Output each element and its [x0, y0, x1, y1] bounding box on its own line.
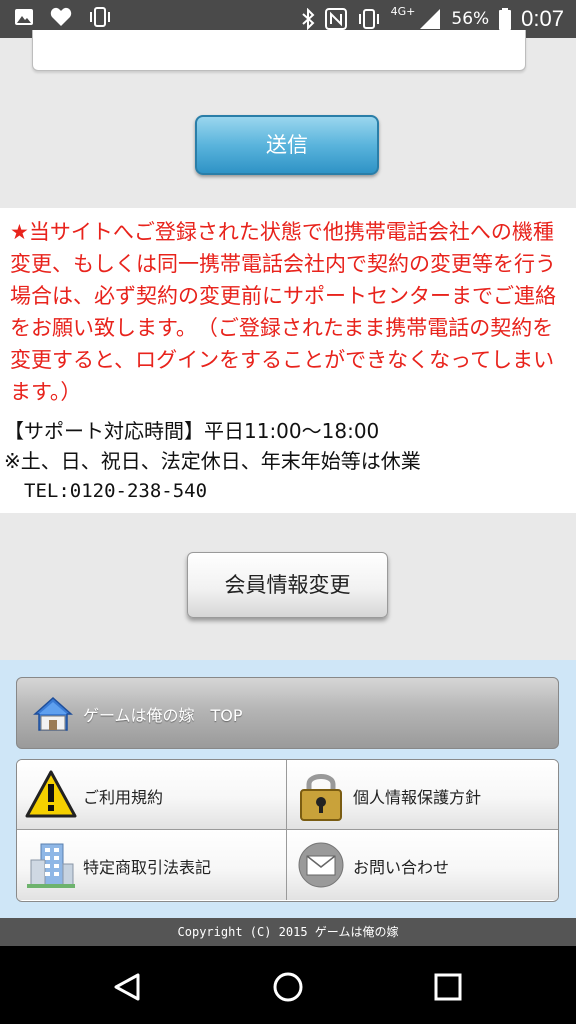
navigation-bar	[0, 946, 576, 1024]
house-icon	[33, 696, 73, 731]
terms-label: ご利用規約	[83, 788, 164, 807]
support-info: 【サポート対応時間】平日11:00〜18:00 ※土、日、祝日、法定休日、年末年…	[4, 416, 572, 506]
member-info-change-button[interactable]: 会員情報変更	[187, 552, 388, 618]
notice-box: ★当サイトへご登録された状態で他携帯電話会社への機種変更、もしくは同一携帯電話会…	[0, 208, 576, 513]
heart-icon	[50, 7, 72, 26]
vibrate-icon	[90, 7, 110, 27]
bluetooth-icon	[301, 8, 315, 30]
notice-text: ★当サイトへご登録された状態で他携帯電話会社への機種変更、もしくは同一携帯電話会…	[10, 220, 556, 404]
recents-icon[interactable]	[434, 973, 462, 1001]
battery-icon	[499, 8, 512, 30]
privacy-policy-link[interactable]: 個人情報保護方針	[287, 760, 558, 830]
top-label: ゲームは俺の嫁 TOP	[83, 706, 243, 725]
home-icon[interactable]	[272, 971, 304, 1003]
footer-menu: ゲームは俺の嫁 TOP ご利用規約 個人情報保護方針 特定商取引法表記 お問い合…	[0, 660, 576, 918]
mail-icon	[298, 842, 344, 888]
terms-link[interactable]: ご利用規約	[17, 760, 287, 830]
privacy-policy-label: 個人情報保護方針	[353, 788, 482, 807]
support-hours: 【サポート対応時間】平日11:00〜18:00	[4, 419, 380, 443]
footer-link-grid: ご利用規約 個人情報保護方針 特定商取引法表記 お問い合わせ	[16, 759, 559, 902]
contact-link[interactable]: お問い合わせ	[287, 830, 558, 900]
send-button[interactable]: 送信	[195, 115, 379, 175]
support-phone[interactable]: TEL:0120-238-540	[4, 476, 572, 506]
nfc-icon	[324, 8, 347, 30]
commercial-law-label: 特定商取引法表記	[83, 858, 212, 877]
top-page-button[interactable]: ゲームは俺の嫁 TOP	[16, 677, 559, 749]
vibrate-icon	[358, 9, 379, 29]
commercial-law-link[interactable]: 特定商取引法表記	[17, 830, 287, 900]
closed-days: ※土、日、祝日、法定休日、年末年始等は休業	[4, 449, 421, 473]
network-type: 4G+	[390, 4, 416, 18]
building-icon	[27, 843, 75, 888]
battery-percent: 56%	[451, 9, 490, 29]
copyright: Copyright (C) 2015 ゲームは俺の嫁	[0, 918, 576, 946]
padlock-icon	[300, 774, 342, 821]
contact-label: お問い合わせ	[353, 858, 450, 877]
signal-icon	[420, 9, 441, 29]
warning-icon	[25, 770, 77, 818]
clock: 0:07	[521, 6, 564, 31]
back-icon[interactable]	[112, 972, 142, 1002]
message-textarea[interactable]	[32, 30, 526, 71]
image-icon	[15, 9, 33, 25]
